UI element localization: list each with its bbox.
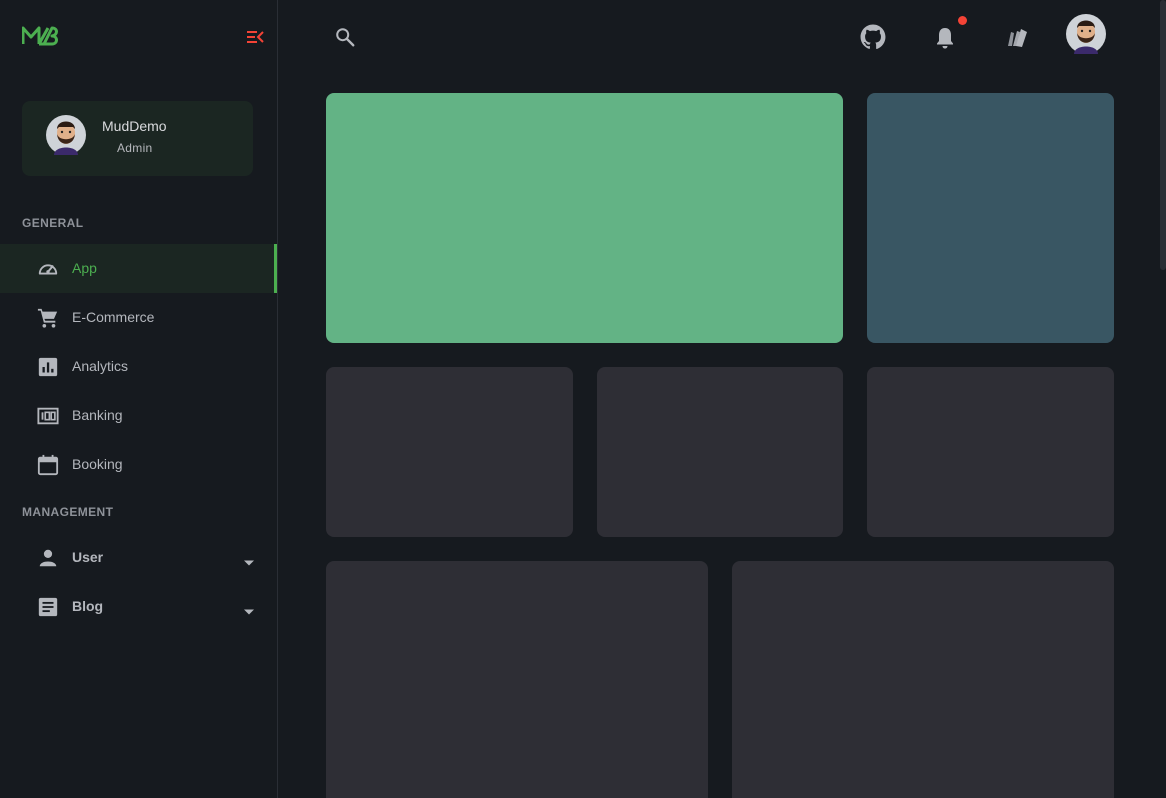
palette-swatch-icon[interactable] xyxy=(1005,26,1029,55)
sidebar-item-label: Analytics xyxy=(72,358,129,374)
sidebar-item-label: E-Commerce xyxy=(72,309,155,325)
article-icon xyxy=(37,596,59,618)
chart-card xyxy=(732,561,1114,798)
sidebar-item-user[interactable]: User xyxy=(0,533,277,582)
user-card[interactable]: MudDemo Admin xyxy=(22,101,253,176)
avatar-icon xyxy=(46,115,86,160)
avatar-icon[interactable] xyxy=(1066,14,1106,59)
sidebar-item-blog[interactable]: Blog xyxy=(0,582,277,631)
sidebar-item-analytics[interactable]: Analytics xyxy=(0,342,277,391)
sidebar-item-booking[interactable]: Booking xyxy=(0,440,277,489)
featured-card xyxy=(867,93,1114,343)
sidebar-item-app[interactable]: App xyxy=(0,244,277,293)
section-label-management: MANAGEMENT xyxy=(22,505,114,519)
stat-card xyxy=(867,367,1114,537)
sidebar-item-label: App xyxy=(72,260,97,276)
chevron-down-icon[interactable] xyxy=(243,554,255,566)
sidebar: MudDemo Admin GENERAL App E-Commerce Ana… xyxy=(0,0,278,798)
sidebar-item-label: User xyxy=(72,549,104,565)
stat-card xyxy=(597,367,843,537)
person-icon xyxy=(37,547,59,569)
sidebar-item-label: Blog xyxy=(72,598,104,614)
calendar-icon xyxy=(37,454,59,476)
menu-collapse-icon[interactable] xyxy=(246,29,264,45)
sidebar-item-label: Booking xyxy=(72,456,123,472)
app-header xyxy=(278,0,1166,72)
stat-card xyxy=(326,367,573,537)
bell-icon[interactable] xyxy=(933,26,957,55)
sidebar-item-label: Banking xyxy=(72,407,123,423)
cart-icon xyxy=(37,307,59,329)
chevron-down-icon[interactable] xyxy=(243,603,255,615)
user-name: MudDemo xyxy=(102,118,167,134)
sidebar-item-banking[interactable]: Banking xyxy=(0,391,277,440)
analytics-icon xyxy=(37,356,59,378)
user-role: Admin xyxy=(117,141,153,155)
search-icon[interactable] xyxy=(334,26,356,53)
github-icon[interactable] xyxy=(860,24,886,55)
welcome-card xyxy=(326,93,843,343)
speedometer-icon xyxy=(37,258,59,280)
scrollbar[interactable] xyxy=(1160,0,1166,270)
sidebar-item-ecommerce[interactable]: E-Commerce xyxy=(0,293,277,342)
notification-badge xyxy=(958,16,967,25)
mudblazor-logo-icon[interactable] xyxy=(21,24,58,48)
section-label-general: GENERAL xyxy=(22,216,84,230)
chart-card xyxy=(326,561,708,798)
banking-icon xyxy=(37,405,59,427)
